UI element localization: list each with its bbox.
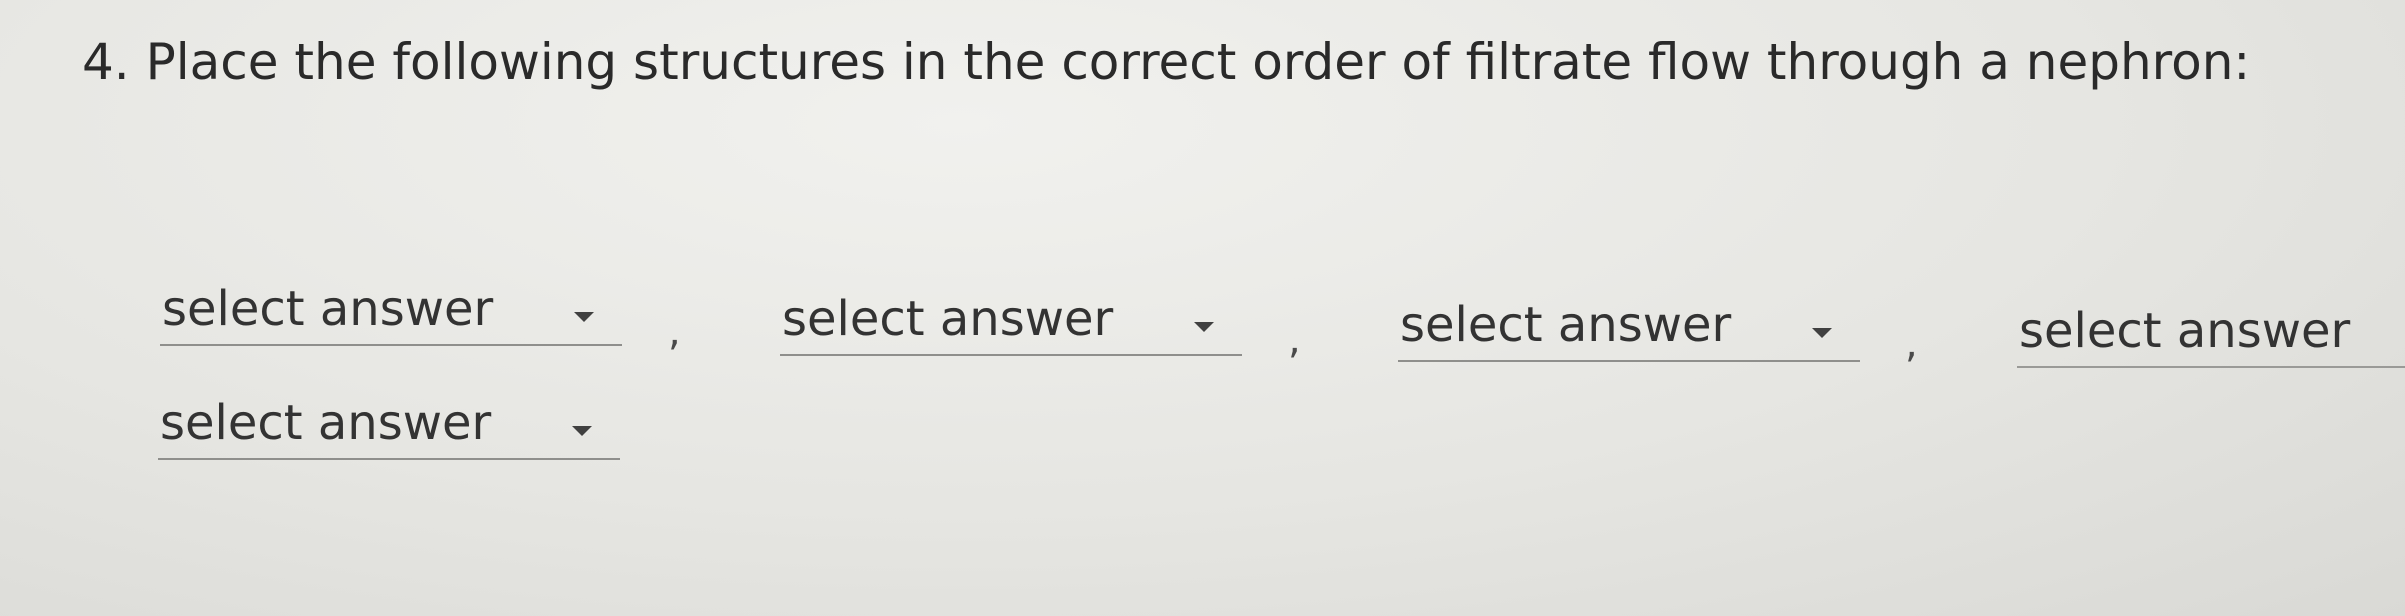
separator-comma: , xyxy=(668,309,681,355)
answer-select-4[interactable]: select answer xyxy=(2017,304,2405,368)
answer-select-5[interactable]: select answer xyxy=(158,396,620,460)
answer-select-1[interactable]: select answer xyxy=(160,282,622,346)
answer-select-3-value: select answer xyxy=(1400,297,1732,353)
chevron-down-icon[interactable] xyxy=(1194,322,1214,332)
answer-select-3[interactable]: select answer xyxy=(1398,298,1860,362)
question-text: 4. Place the following structures in the… xyxy=(82,33,2251,91)
separator-comma: , xyxy=(1905,321,1918,367)
answer-select-2-value: select answer xyxy=(782,291,1114,347)
chevron-down-icon[interactable] xyxy=(1812,328,1832,338)
answer-select-2[interactable]: select answer xyxy=(780,292,1242,356)
answer-select-4-value: select answer xyxy=(2019,303,2351,359)
separator-comma: , xyxy=(1288,317,1301,363)
chevron-down-icon[interactable] xyxy=(574,312,594,322)
chevron-down-icon[interactable] xyxy=(572,426,592,436)
answer-select-1-value: select answer xyxy=(162,281,494,337)
answer-select-5-value: select answer xyxy=(160,395,492,451)
